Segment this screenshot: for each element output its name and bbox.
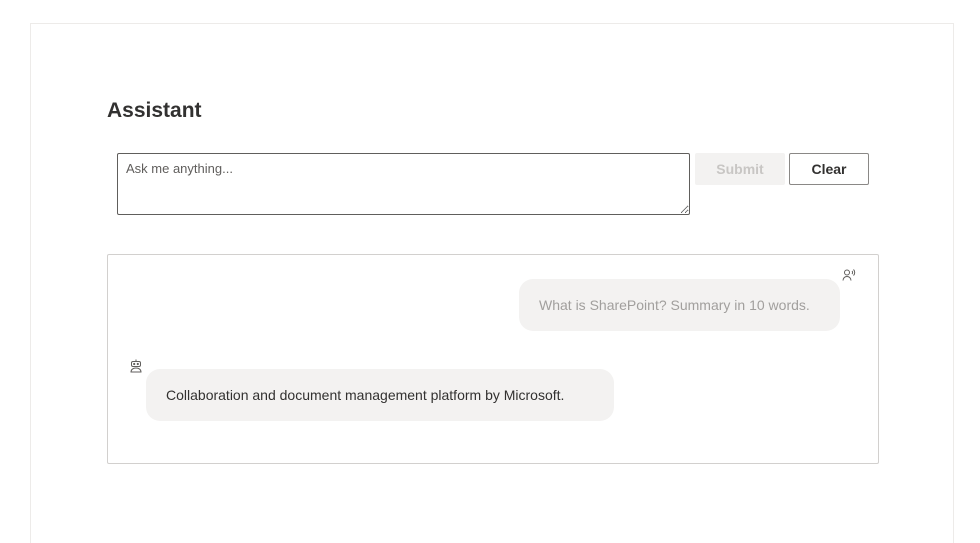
clear-button[interactable]: Clear [789,153,869,185]
prompt-input[interactable] [117,153,690,215]
page-title: Assistant [107,99,202,122]
assistant-message-bubble: Collaboration and document management pl… [146,369,614,421]
bot-icon [129,359,143,373]
submit-button[interactable]: Submit [695,153,785,185]
conversation-panel: What is SharePoint? Summary in 10 words.… [107,254,879,464]
user-message-bubble: What is SharePoint? Summary in 10 words. [519,279,840,331]
person-voice-icon [842,268,856,282]
